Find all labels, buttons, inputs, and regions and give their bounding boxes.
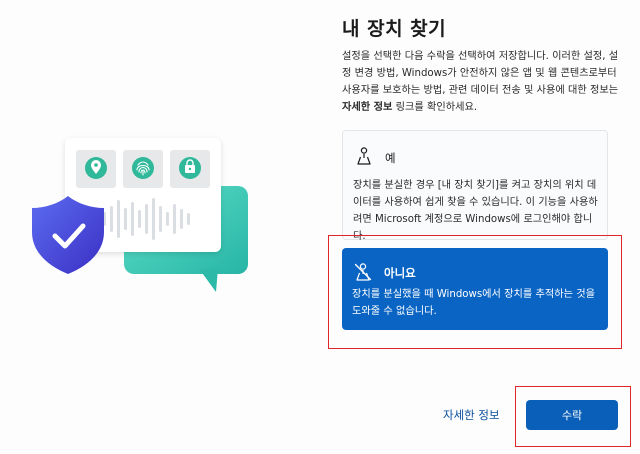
accept-button[interactable]: 수락	[526, 400, 618, 430]
description-tail: 링크를 확인하세요.	[392, 102, 478, 113]
lock-icon	[170, 150, 210, 188]
description-main: 설정을 선택한 다음 수락을 선택하여 저장합니다. 이러한 설정, 설정 변경…	[342, 51, 619, 96]
description-bold-link: 자세한 정보	[342, 102, 393, 113]
fingerprint-icon	[123, 150, 163, 188]
learn-more-link[interactable]: 자세한 정보	[443, 407, 500, 423]
location-pin-icon	[76, 150, 116, 188]
option-yes[interactable]: 예 장치를 분실한 경우 [내 장치 찾기]를 켜고 장치의 위치 데이터를 사…	[342, 130, 608, 242]
highlight-box-no-option	[328, 235, 622, 349]
shield-check-icon	[32, 196, 104, 274]
privacy-illustration	[32, 138, 248, 292]
page-title: 내 장치 찾기	[342, 18, 447, 40]
page-description: 설정을 선택한 다음 수락을 선택하여 저장합니다. 이러한 설정, 설정 변경…	[342, 48, 626, 116]
location-person-icon	[357, 147, 371, 165]
option-yes-label: 예	[385, 151, 396, 165]
